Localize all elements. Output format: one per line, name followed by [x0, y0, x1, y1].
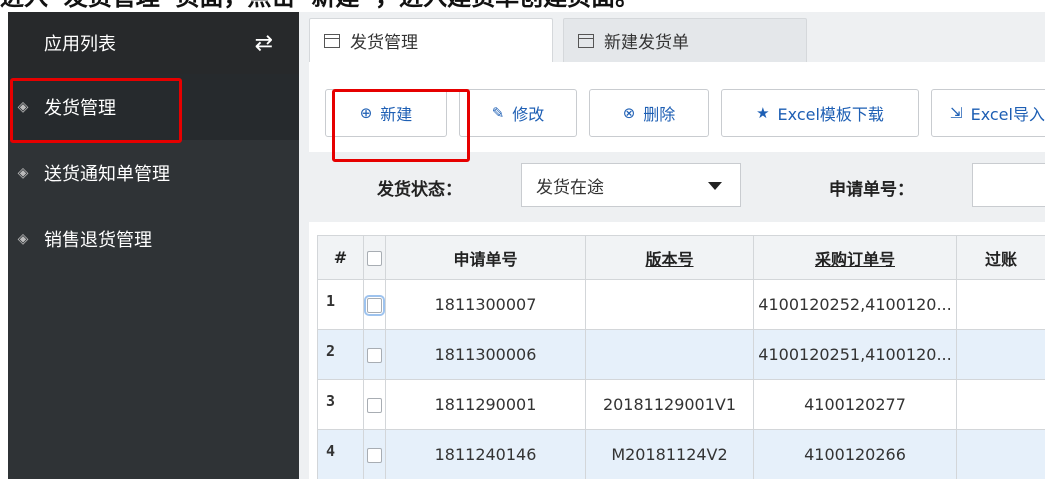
row-checkbox[interactable] — [367, 348, 382, 363]
tab-shipping-management[interactable]: 发货管理 — [309, 18, 553, 62]
template-download-label: Excel模板下载 — [777, 105, 884, 124]
close-circle-icon: ⊗ — [622, 104, 636, 122]
header-checkbox — [363, 235, 386, 280]
header-posting[interactable]: 过账 — [956, 235, 1045, 280]
row-checkbox-cell — [363, 429, 386, 479]
cell-apply-no: 1811300006 — [385, 329, 586, 380]
sidebar-item-label: 送货通知单管理 — [44, 164, 170, 185]
sidebar-item-sales-return[interactable]: ◈ 销售退货管理 — [8, 206, 299, 272]
row-index: 3 — [317, 379, 364, 430]
status-select-value: 发货在途 — [536, 177, 604, 198]
tab-new-shipping-order[interactable]: 新建发货单 — [563, 18, 807, 62]
table-header-row: # 申请单号 版本号 采购订单号 过账 — [317, 235, 1045, 280]
row-checkbox-cell — [363, 279, 386, 330]
row-checkbox[interactable] — [367, 448, 382, 463]
cell-apply-no: 1811300007 — [385, 279, 586, 330]
cell-version: M20181124V2 — [585, 429, 754, 479]
sidebar-item-label: 销售退货管理 — [44, 230, 152, 251]
table-row[interactable]: 3 1811290001 20181129001V1 4100120277 — [317, 379, 1045, 430]
layers-icon: ◈ — [17, 231, 29, 247]
cell-apply-no: 1811240146 — [385, 429, 586, 479]
header-po[interactable]: 采购订单号 — [753, 235, 957, 280]
cell-version — [585, 329, 754, 380]
data-table: # 申请单号 版本号 采购订单号 过账 1 1811300007 4100120… — [317, 235, 1045, 479]
row-checkbox-cell — [363, 329, 386, 380]
main-area: 发货管理 新建发货单 ⊕ 新建 ✎ 修改 ⊗ 删除 ★ Excel模板下载 ⇲ … — [299, 12, 1045, 479]
cell-po: 4100120251,4100120... — [753, 329, 957, 380]
cell-po: 4100120252,4100120... — [753, 279, 957, 330]
sidebar-title: 应用列表 — [44, 34, 116, 55]
import-button[interactable]: ⇲ Excel导入 — [931, 89, 1045, 137]
apply-no-label: 申请单号： — [829, 180, 914, 200]
highlight-box-new-button — [332, 89, 470, 162]
tab-label: 新建发货单 — [604, 33, 689, 53]
header-version[interactable]: 版本号 — [585, 235, 754, 280]
filter-bar: 发货状态： 发货在途 申请单号： — [309, 152, 1045, 222]
row-index: 4 — [317, 429, 364, 479]
apply-no-input[interactable] — [972, 163, 1045, 207]
select-all-checkbox[interactable] — [367, 251, 382, 266]
edit-button-label: 修改 — [512, 105, 545, 124]
chevron-down-icon — [708, 182, 722, 190]
sidebar-item-delivery-notice[interactable]: ◈ 送货通知单管理 — [8, 140, 299, 206]
row-index: 1 — [317, 279, 364, 330]
sidebar-header: 应用列表 ⇄ — [8, 12, 299, 74]
header-apply-no[interactable]: 申请单号 — [385, 235, 586, 280]
instruction-text: 进入“发货管理”页面，点击“新建”，进入建货单创建页面。 — [0, 0, 1045, 12]
row-checkbox[interactable] — [364, 295, 385, 316]
layers-icon: ◈ — [17, 165, 29, 181]
cell-apply-no: 1811290001 — [385, 379, 586, 430]
delete-button-label: 删除 — [643, 105, 676, 124]
window-icon — [578, 33, 594, 48]
window-icon — [324, 33, 340, 48]
row-checkbox-cell — [363, 379, 386, 430]
star-icon: ★ — [756, 104, 770, 122]
row-index: 2 — [317, 329, 364, 380]
cell-po: 4100120266 — [753, 429, 957, 479]
cell-posting — [956, 279, 1045, 330]
status-filter-label: 发货状态： — [377, 180, 462, 200]
import-button-label: Excel导入 — [970, 105, 1045, 124]
cell-posting — [956, 429, 1045, 479]
delete-button[interactable]: ⊗ 删除 — [589, 89, 709, 137]
cell-version — [585, 279, 754, 330]
status-select[interactable]: 发货在途 — [521, 163, 741, 207]
cell-posting — [956, 329, 1045, 380]
highlight-box-sidebar — [10, 78, 182, 143]
cell-po: 4100120277 — [753, 379, 957, 430]
header-index: # — [317, 235, 364, 280]
table-row[interactable]: 4 1811240146 M20181124V2 4100120266 — [317, 429, 1045, 479]
tab-bar: 发货管理 新建发货单 — [309, 18, 817, 62]
table-row[interactable]: 2 1811300006 4100120251,4100120... — [317, 329, 1045, 380]
cell-version: 20181129001V1 — [585, 379, 754, 430]
row-checkbox[interactable] — [367, 398, 382, 413]
import-file-icon: ⇲ — [950, 104, 963, 122]
template-download-button[interactable]: ★ Excel模板下载 — [721, 89, 919, 137]
edit-button[interactable]: ✎ 修改 — [459, 89, 577, 137]
swap-arrows-icon[interactable]: ⇄ — [255, 31, 273, 56]
pencil-icon: ✎ — [491, 104, 505, 122]
tab-label: 发货管理 — [350, 33, 418, 53]
table-row[interactable]: 1 1811300007 4100120252,4100120... — [317, 279, 1045, 330]
cell-posting — [956, 379, 1045, 430]
